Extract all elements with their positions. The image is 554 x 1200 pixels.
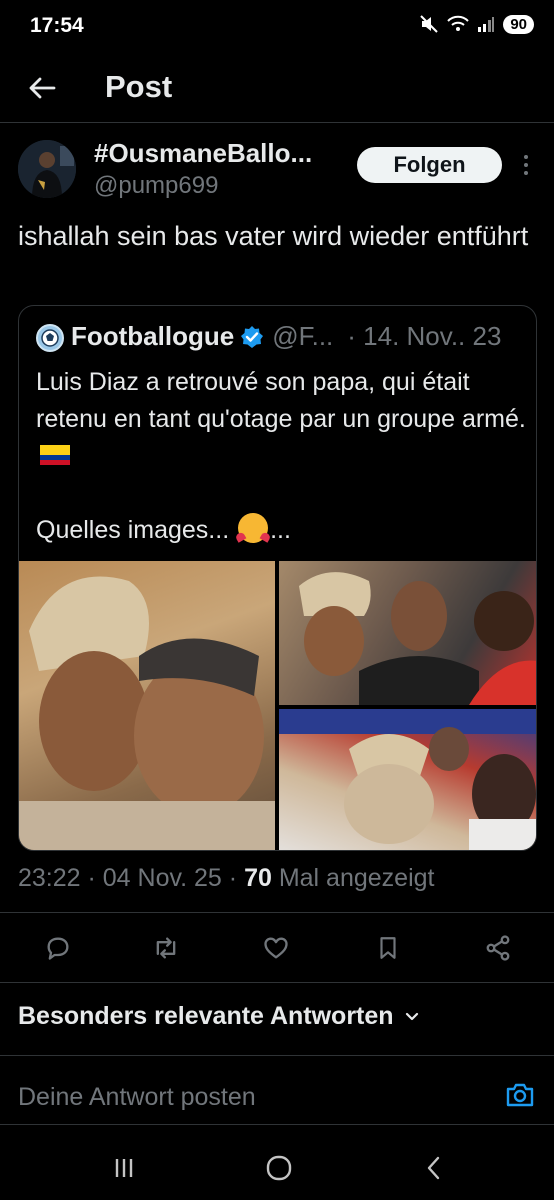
views-count: 70	[244, 864, 272, 892]
photo-1-image	[19, 576, 275, 850]
author-name[interactable]: #OusmaneBallo...	[94, 138, 312, 169]
recent-apps-icon	[115, 1159, 133, 1177]
football-logo-icon	[41, 329, 59, 347]
camera-icon	[506, 1083, 534, 1107]
reply-divider	[0, 1124, 554, 1125]
tweet-text: ishallah sein bas vater wird wieder entf…	[18, 221, 529, 251]
wifi-icon	[447, 15, 470, 31]
camera-button[interactable]	[503, 1078, 537, 1112]
photo-2-image	[299, 572, 536, 705]
bookmark-icon	[380, 937, 396, 959]
avatar-image	[18, 140, 76, 198]
repost-icon	[156, 937, 176, 959]
meta-divider	[0, 912, 554, 913]
follow-button[interactable]: Folgen	[357, 147, 502, 183]
more-dots-icon	[524, 155, 528, 159]
more-options-button[interactable]	[514, 150, 538, 180]
quote-text-line1: Luis Diaz a retrouvé son papa, qui était…	[36, 368, 526, 433]
replies-filter-dropdown[interactable]: Besonders relevante Antworten	[18, 1002, 420, 1031]
reply-button[interactable]	[40, 930, 76, 966]
top-bar: Post	[0, 56, 554, 120]
replies-filter-label: Besonders relevante Antworten	[18, 1002, 394, 1030]
heart-icon	[264, 937, 288, 959]
quote-author-handle: @F...	[272, 321, 334, 351]
quote-text-line2: Quelles images...	[36, 516, 230, 544]
post-meta: 23:22 · 04 Nov. 25 · 70 Mal angezeigt	[18, 864, 434, 893]
status-bar: 17:54 90	[0, 0, 554, 52]
like-button[interactable]	[258, 930, 294, 966]
header-divider	[0, 122, 554, 123]
back-button[interactable]	[22, 68, 62, 108]
system-back-button[interactable]	[414, 1152, 454, 1184]
verified-badge-icon	[241, 325, 264, 348]
repost-button[interactable]	[148, 930, 184, 966]
home-button[interactable]	[259, 1152, 299, 1184]
mute-icon	[420, 15, 439, 33]
actions-divider	[0, 982, 554, 983]
quote-photo-1[interactable]	[19, 561, 275, 850]
post-actions	[0, 930, 554, 970]
views-label: Mal angezeigt	[278, 864, 435, 892]
reply-icon	[47, 937, 69, 960]
quote-photo-3[interactable]	[279, 709, 536, 850]
battery-indicator: 90	[503, 14, 534, 34]
home-circle-icon	[266, 1155, 292, 1181]
photo-3-image	[279, 709, 536, 850]
system-nav-bar	[0, 1140, 554, 1200]
share-icon	[486, 935, 510, 961]
quote-author-name: Footballogue	[71, 321, 235, 351]
reply-input[interactable]	[18, 1080, 448, 1114]
quote-photo-2[interactable]	[279, 561, 536, 705]
post-timestamp: 23:22 · 04 Nov. 25 ·	[18, 864, 238, 892]
quote-header: Footballogue @F... · 14. Nov.. 23	[71, 321, 501, 352]
quoted-post[interactable]: Footballogue @F... · 14. Nov.. 23 Luis D…	[18, 305, 537, 851]
quote-date: · 14. Nov.. 23	[347, 321, 502, 351]
status-time: 17:54	[30, 14, 84, 37]
chevron-down-icon	[405, 1012, 418, 1020]
signal-icon	[478, 17, 495, 32]
quote-author-avatar	[36, 324, 64, 352]
back-arrow-icon	[29, 77, 56, 99]
quote-text: Luis Diaz a retrouvé son papa, qui était…	[36, 364, 526, 549]
back-chevron-icon	[427, 1156, 440, 1180]
author-avatar[interactable]	[18, 140, 76, 198]
status-icons: 90	[419, 14, 534, 34]
quote-text-line2-end: ...	[270, 516, 291, 544]
smiling-face-with-hearts-emoji	[238, 513, 269, 544]
page-title: Post	[105, 69, 173, 104]
recent-apps-button[interactable]	[104, 1152, 144, 1184]
share-button[interactable]	[480, 930, 516, 966]
colombia-flag-emoji	[40, 445, 70, 466]
author-handle[interactable]: @pump699	[94, 172, 218, 200]
bookmark-button[interactable]	[370, 930, 406, 966]
filter-divider	[0, 1055, 554, 1056]
